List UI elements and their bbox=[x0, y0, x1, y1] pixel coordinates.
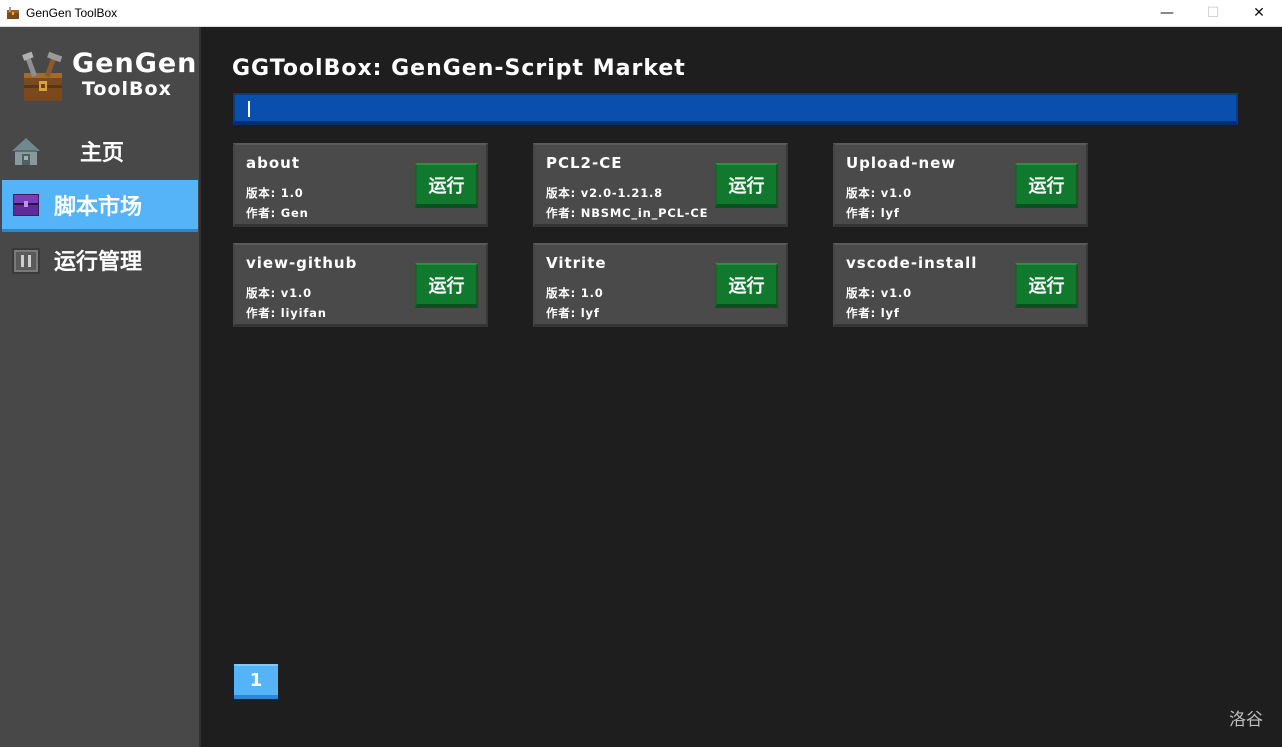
sidebar: GenGen ToolBox 主页 脚本市场 运行管理 bbox=[0, 27, 201, 747]
purple-chest-icon bbox=[13, 193, 39, 216]
text-caret bbox=[248, 101, 250, 117]
search-bar[interactable] bbox=[233, 93, 1238, 125]
script-card-pcl2-ce: PCL2-CE 版本: v2.0-1.21.8 作者: NBSMC_in_PCL… bbox=[533, 143, 788, 227]
sidebar-item-label: 运行管理 bbox=[54, 250, 143, 275]
window-titlebar: GenGen ToolBox — ☐ ✕ bbox=[0, 0, 1282, 27]
script-author: 作者: lyf bbox=[846, 206, 900, 220]
house-icon bbox=[12, 138, 40, 165]
script-version: 版本: v2.0-1.21.8 bbox=[546, 186, 663, 200]
script-card-vitrite: Vitrite 版本: 1.0 作者: lyf 运行 bbox=[533, 243, 788, 327]
script-version: 版本: v1.0 bbox=[846, 286, 912, 300]
script-version: 版本: v1.0 bbox=[246, 286, 312, 300]
run-button[interactable]: 运行 bbox=[715, 163, 778, 208]
run-button[interactable]: 运行 bbox=[1015, 163, 1078, 208]
sidebar-item-run-management[interactable]: 运行管理 bbox=[2, 234, 198, 286]
window-title: GenGen ToolBox bbox=[26, 6, 118, 20]
page-title: GGToolBox: GenGen-Script Market bbox=[232, 56, 686, 81]
script-author: 作者: Gen bbox=[246, 206, 309, 220]
minimize-button[interactable]: — bbox=[1144, 0, 1190, 26]
script-name: view-github bbox=[246, 254, 358, 272]
script-version: 版本: v1.0 bbox=[846, 186, 912, 200]
maximize-button[interactable]: ☐ bbox=[1190, 0, 1236, 26]
pause-block-icon bbox=[12, 248, 40, 274]
close-button[interactable]: ✕ bbox=[1236, 0, 1282, 26]
toolbox-chest-icon bbox=[22, 51, 63, 101]
window-controls: — ☐ ✕ bbox=[1144, 0, 1282, 26]
sidebar-item-script-market[interactable]: 脚本市场 bbox=[2, 180, 198, 232]
script-card-vscode-install: vscode-install 版本: v1.0 作者: lyf 运行 bbox=[833, 243, 1088, 327]
run-button[interactable]: 运行 bbox=[415, 263, 478, 308]
app-icon bbox=[7, 7, 19, 19]
script-author: 作者: liyifan bbox=[246, 306, 327, 320]
script-author: 作者: NBSMC_in_PCL-CE bbox=[546, 206, 709, 220]
script-name: about bbox=[246, 154, 301, 172]
brand-subtitle: ToolBox bbox=[82, 78, 172, 100]
script-card-upload-new: Upload-new 版本: v1.0 作者: lyf 运行 bbox=[833, 143, 1088, 227]
search-input[interactable] bbox=[235, 95, 1236, 121]
sidebar-item-label: 脚本市场 bbox=[54, 194, 143, 220]
run-button[interactable]: 运行 bbox=[1015, 263, 1078, 308]
script-author: 作者: lyf bbox=[846, 306, 900, 320]
script-version: 版本: 1.0 bbox=[546, 286, 604, 300]
brand-logo: GenGen ToolBox bbox=[18, 47, 196, 107]
watermark: 洛谷 bbox=[1229, 710, 1263, 730]
run-button[interactable]: 运行 bbox=[715, 263, 778, 308]
sidebar-item-home[interactable]: 主页 bbox=[2, 125, 198, 177]
script-version: 版本: 1.0 bbox=[246, 186, 304, 200]
script-author: 作者: lyf bbox=[546, 306, 600, 320]
script-name: PCL2-CE bbox=[546, 154, 623, 172]
script-name: vscode-install bbox=[846, 254, 978, 272]
brand-title: GenGen bbox=[72, 48, 198, 79]
sidebar-item-label: 主页 bbox=[80, 141, 125, 166]
run-button[interactable]: 运行 bbox=[415, 163, 478, 208]
script-name: Vitrite bbox=[546, 254, 607, 272]
script-card-about: about 版本: 1.0 作者: Gen 运行 bbox=[233, 143, 488, 227]
page-button-1[interactable]: 1 bbox=[234, 664, 278, 699]
script-card-view-github: view-github 版本: v1.0 作者: liyifan 运行 bbox=[233, 243, 488, 327]
script-name: Upload-new bbox=[846, 154, 957, 172]
